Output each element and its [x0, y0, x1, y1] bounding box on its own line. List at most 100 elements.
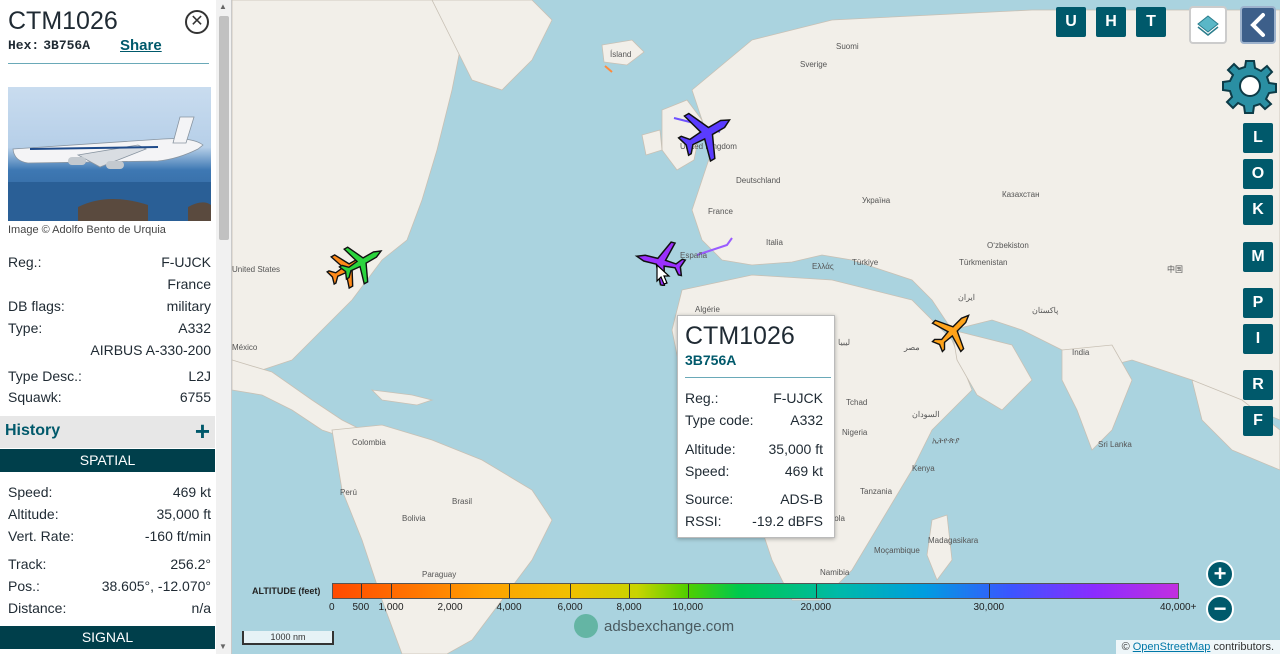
map-label: Moçambique [874, 546, 920, 555]
sidebar-scrollbar-thumb[interactable] [219, 16, 229, 240]
aircraft-tooltip: CTM1026 3B756A Reg.: F-UJCK Type code: A… [677, 315, 835, 538]
map-label: Ελλάς [812, 262, 834, 271]
adsbexchange-logo-icon [574, 614, 598, 638]
hex-row: Hex: 3B756A [8, 37, 90, 53]
scroll-down-icon[interactable]: ▼ [219, 642, 227, 651]
units-button[interactable]: U [1056, 7, 1086, 37]
track-row: Track: 256.2° [8, 556, 211, 574]
altitude-tick-mark [361, 584, 362, 598]
l-button[interactable]: L [1243, 123, 1273, 153]
map-layers-button[interactable] [1189, 6, 1227, 44]
map-label: Perú [340, 488, 357, 497]
o-button[interactable]: O [1243, 159, 1273, 189]
country-value: France [167, 276, 211, 292]
map-label: Sri Lanka [1098, 440, 1132, 449]
p-button[interactable]: P [1243, 288, 1273, 318]
altitude-tick-label: 1,000 [378, 602, 404, 613]
tooltip-speed-value: 469 kt [784, 463, 823, 479]
f-button[interactable]: F [1243, 406, 1273, 436]
map-label: Türkmenistan [959, 258, 1008, 267]
altitude-tick-label: 2,000 [437, 602, 463, 613]
zoom-in-button[interactable]: + [1206, 560, 1234, 588]
tooltip-altitude-value: 35,000 ft [768, 441, 824, 457]
map-attribution: © OpenStreetMap contributors. [1115, 640, 1280, 654]
world-map[interactable]: United Kingdom Deutschland France Italia… [232, 0, 1280, 654]
i-button[interactable]: I [1243, 324, 1273, 354]
map-label: India [1072, 348, 1090, 357]
m-button[interactable]: M [1243, 242, 1273, 272]
divider [8, 63, 209, 64]
squawk-value: 6755 [179, 389, 211, 405]
history-label: History [5, 422, 61, 439]
altitude-value: 35,000 ft [156, 506, 212, 522]
map-label: Ísland [610, 50, 632, 59]
altitude-color-bar [332, 583, 1179, 599]
chevron-left-icon [1250, 13, 1265, 37]
close-icon: ✕ [190, 13, 204, 30]
h-button[interactable]: H [1096, 7, 1126, 37]
map-label: Nigeria [842, 428, 868, 437]
tooltip-type-row: Type code: A332 [685, 412, 823, 430]
openstreetmap-link[interactable]: OpenStreetMap [1133, 641, 1211, 653]
type-label: Type: [8, 320, 43, 336]
type-desc-value: L2J [188, 368, 211, 384]
tooltip-source-row: Source: ADS-B [685, 491, 823, 509]
map-label: Paraguay [422, 570, 457, 579]
share-link[interactable]: Share [120, 37, 162, 54]
aircraft-icon[interactable] [928, 306, 978, 356]
position-label: Pos.: [8, 578, 40, 594]
map-label: Bolivia [402, 514, 426, 523]
altitude-tick-mark [570, 584, 571, 598]
hex-label: Hex: [8, 38, 40, 53]
zoom-out-button[interactable]: − [1206, 595, 1234, 623]
map-label: Kenya [912, 464, 935, 473]
vert-rate-label: Vert. Rate: [8, 528, 75, 544]
history-section-toggle[interactable]: History + [0, 416, 215, 448]
reg-row: Reg.: F-UJCK [8, 254, 211, 272]
aircraft-icon[interactable] [324, 236, 390, 294]
map-label: Україна [862, 196, 891, 205]
type-row: Type: A332 [8, 320, 211, 338]
r-button[interactable]: R [1243, 370, 1273, 400]
map-label: Казахстан [1002, 190, 1040, 199]
aircraft-callsign: CTM1026 [8, 7, 118, 35]
altitude-legend-title: ALTITUDE (feet) [252, 586, 321, 596]
squawk-row: Squawk: 6755 [8, 389, 211, 407]
altitude-tick-label: 30,000 [973, 602, 1005, 613]
scroll-up-icon[interactable]: ▲ [219, 2, 227, 11]
k-button[interactable]: K [1243, 195, 1273, 225]
aircraft-icon[interactable] [672, 102, 742, 164]
mouse-cursor-icon [656, 264, 671, 285]
reg-label: Reg.: [8, 254, 42, 270]
squawk-label: Squawk: [8, 389, 62, 405]
adsbexchange-logo: adsbexchange.com [574, 614, 734, 638]
type-desc-label: Type Desc.: [8, 368, 82, 384]
t-button[interactable]: T [1136, 7, 1166, 37]
altitude-tick-label: 20,000 [800, 602, 832, 613]
scale-bar: 1000 nm [242, 631, 334, 645]
settings-button[interactable] [1222, 58, 1278, 114]
close-button[interactable]: ✕ [185, 10, 209, 34]
expand-icon[interactable]: + [195, 416, 210, 447]
sidebar-content: CTM1026 ✕ Hex: 3B756A Share Image © Adol… [0, 0, 215, 654]
tooltip-altitude-row: Altitude: 35,000 ft [685, 441, 823, 459]
map-label: Madagasikara [928, 536, 979, 545]
altitude-tick-mark [629, 584, 630, 598]
map-label: Sverige [800, 60, 828, 69]
altitude-label: Altitude: [8, 506, 59, 522]
aircraft-photo[interactable] [8, 87, 211, 221]
distance-label: Distance: [8, 600, 67, 616]
track-label: Track: [8, 556, 47, 572]
aircraft-info-sidebar: CTM1026 ✕ Hex: 3B756A Share Image © Adol… [0, 0, 232, 654]
collapse-sidebar-button[interactable] [1240, 6, 1276, 44]
altitude-tick-mark [391, 584, 392, 598]
vert-rate-value: -160 ft/min [144, 528, 211, 544]
map-label: Italia [766, 238, 783, 247]
position-value: 38.605°, -12.070° [101, 578, 211, 594]
map-label: Oʻzbekiston [987, 241, 1029, 250]
track-value: 256.2° [170, 556, 211, 572]
distance-value: n/a [191, 600, 211, 616]
tooltip-speed-label: Speed: [685, 463, 730, 479]
tooltip-speed-row: Speed: 469 kt [685, 463, 823, 481]
spatial-header: SPATIAL [0, 449, 215, 472]
